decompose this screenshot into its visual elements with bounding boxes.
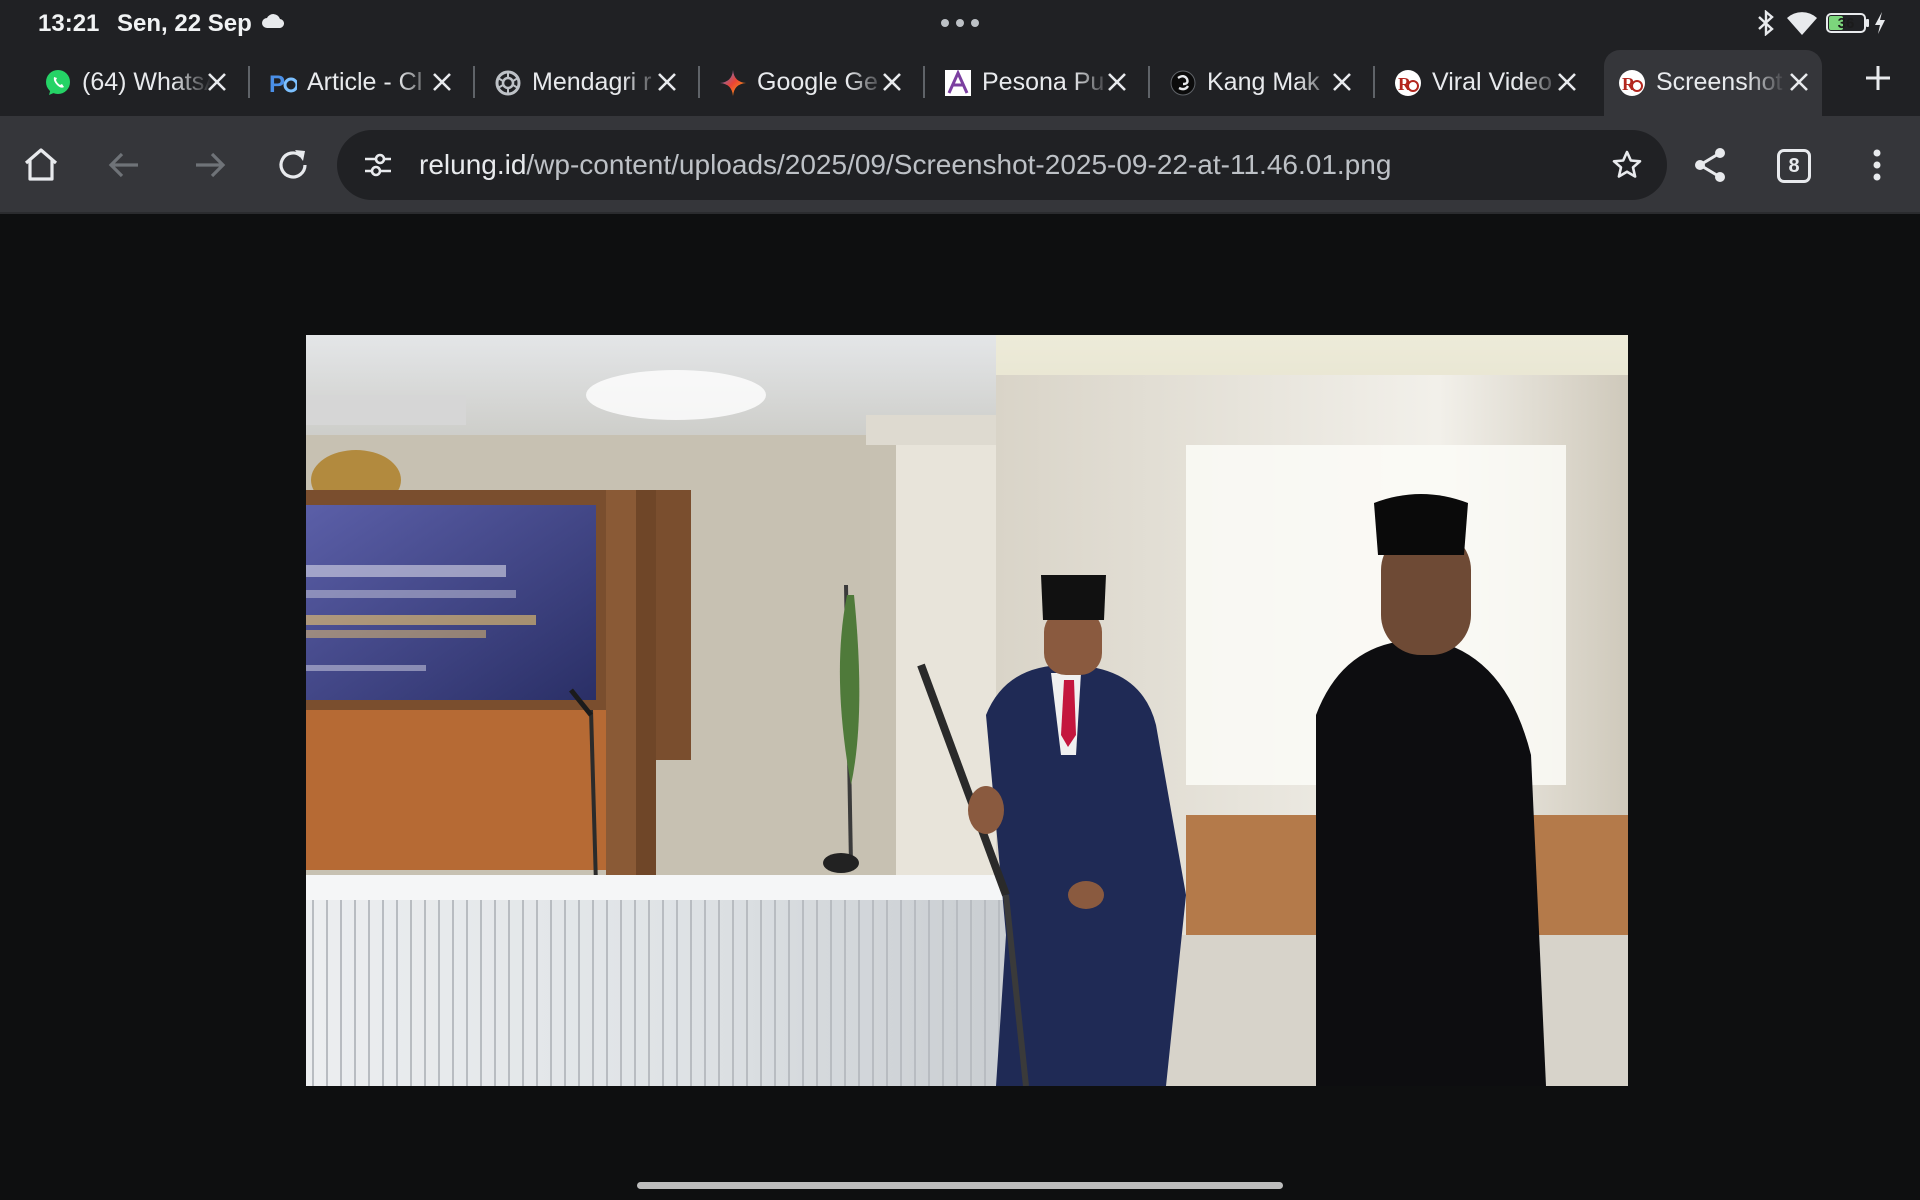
relung-icon: R — [1619, 70, 1645, 96]
charging-icon — [1875, 12, 1885, 34]
tab-title: Google Ge — [757, 68, 878, 96]
address-bar[interactable]: relung.id/wp-content/uploads/2025/09/Scr… — [337, 130, 1667, 200]
status-bar: 13:21 Sen, 22 Sep 36 — [0, 0, 1920, 46]
relung-icon: R — [1395, 70, 1421, 96]
tab-divider — [1373, 66, 1375, 98]
status-date: Sen, 22 Sep — [117, 10, 252, 37]
close-icon[interactable] — [881, 71, 903, 93]
url-text[interactable]: relung.id/wp-content/uploads/2025/09/Scr… — [419, 149, 1391, 181]
tab-divider — [473, 66, 475, 98]
circle-logo-icon — [1170, 70, 1196, 96]
tab-mendagri[interactable]: Mendagri r — [480, 50, 690, 112]
tab-title: Kang Mak — [1207, 68, 1320, 96]
tab-viral-video[interactable]: R Viral Video — [1380, 50, 1590, 112]
url-domain: relung.id — [419, 149, 527, 180]
share-icon[interactable] — [1689, 144, 1731, 186]
article-p-icon: P — [269, 71, 297, 97]
reload-icon[interactable] — [272, 144, 314, 186]
tab-divider — [1148, 66, 1150, 98]
browser-toolbar: relung.id/wp-content/uploads/2025/09/Scr… — [0, 116, 1920, 214]
tab-google-gemini[interactable]: Google Ge — [705, 50, 915, 112]
home-icon[interactable] — [20, 144, 62, 186]
gesture-navigation-handle[interactable] — [637, 1182, 1283, 1189]
tab-title: Viral Video — [1432, 68, 1552, 96]
url-path: /wp-content/uploads/2025/09/Screenshot-2… — [526, 149, 1392, 180]
close-icon[interactable] — [656, 71, 678, 93]
tab-title: Article - Cl — [307, 68, 423, 96]
ceremony-photo[interactable] — [306, 335, 1628, 1086]
tab-strip: (64) WhatsApp P Article - Cl Mendagri r … — [0, 46, 1920, 116]
tab-kang-mak[interactable]: Kang Mak — [1155, 50, 1365, 112]
wifi-icon — [1787, 12, 1817, 36]
close-icon[interactable] — [1106, 71, 1128, 93]
more-options-icon[interactable] — [1856, 144, 1898, 186]
whatsapp-icon — [46, 70, 70, 95]
tab-whatsapp[interactable]: (64) WhatsApp — [30, 50, 240, 112]
tab-pesona[interactable]: Pesona Pu — [930, 50, 1140, 112]
openai-icon — [495, 70, 521, 96]
close-icon[interactable] — [206, 71, 228, 93]
tab-article[interactable]: P Article - Cl — [255, 50, 465, 112]
pesona-a-icon — [945, 69, 971, 96]
tab-title: (64) WhatsApp — [82, 68, 212, 96]
tab-divider — [248, 66, 250, 98]
close-icon[interactable] — [1788, 71, 1810, 93]
close-icon[interactable] — [1331, 71, 1353, 93]
bluetooth-icon — [1758, 10, 1774, 36]
forward-arrow-icon[interactable] — [188, 144, 230, 186]
svg-text:P: P — [269, 71, 285, 97]
tab-title: Mendagri r — [532, 68, 652, 96]
tab-title: Pesona Pu — [982, 68, 1105, 96]
battery-level: 36 — [1838, 15, 1855, 32]
tab-divider — [923, 66, 925, 98]
window-handle-dots-icon[interactable] — [940, 18, 980, 28]
close-icon[interactable] — [431, 71, 453, 93]
tab-title: Screenshot — [1656, 68, 1783, 96]
status-time: 13:21 — [38, 10, 100, 37]
site-settings-icon[interactable] — [363, 151, 393, 179]
gemini-icon — [720, 70, 746, 96]
back-arrow-icon[interactable] — [104, 144, 146, 186]
tab-screenshot-active[interactable]: R Screenshot — [1604, 50, 1822, 116]
new-tab-button[interactable] — [1862, 62, 1894, 94]
bookmark-star-icon[interactable] — [1611, 149, 1643, 181]
tab-switcher-button[interactable]: 8 — [1777, 149, 1811, 183]
close-icon[interactable] — [1556, 71, 1578, 93]
tab-divider — [698, 66, 700, 98]
battery-icon: 36 — [1826, 13, 1869, 33]
cloud-icon — [262, 14, 284, 28]
